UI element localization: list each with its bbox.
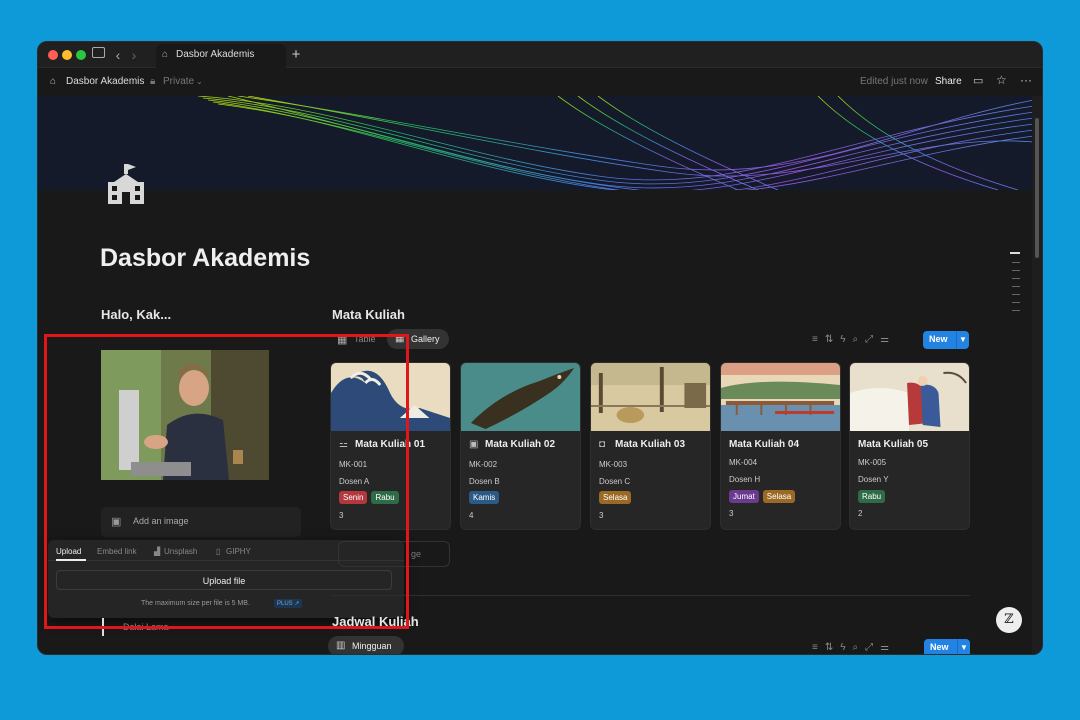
new-course-button[interactable]: New ▼: [923, 331, 969, 349]
cover-image[interactable]: [38, 96, 1034, 190]
settings-icon[interactable]: ⚌: [880, 642, 889, 653]
back-icon[interactable]: ‹: [110, 47, 126, 63]
card-code: MK-002: [469, 460, 498, 469]
search-icon[interactable]: ⌕: [853, 334, 859, 345]
filter-icon[interactable]: ≡: [812, 642, 818, 653]
card-lecturer: Dosen C: [599, 477, 631, 486]
browser-tab[interactable]: ⌂ Dasbor Akademis: [156, 44, 286, 68]
carp-image: [461, 363, 580, 431]
day-tag: Selasa: [599, 491, 632, 504]
card-title: Mata Kuliah 05: [858, 439, 929, 450]
toc-marker[interactable]: [1012, 278, 1020, 279]
forward-icon[interactable]: ›: [126, 47, 142, 63]
more-icon[interactable]: ···: [1020, 73, 1032, 87]
day-tag: Selasa: [762, 490, 796, 503]
search-icon[interactable]: ⌕: [853, 642, 859, 653]
bridge-image: [721, 363, 840, 431]
card-count: 2: [858, 509, 863, 518]
wave-pattern: [197, 96, 1034, 190]
automation-icon[interactable]: ϟ: [840, 334, 845, 345]
new-schedule-button[interactable]: New ▼: [924, 639, 970, 654]
card-code: MK-004: [729, 458, 758, 467]
chevron-down-icon[interactable]: ▼: [957, 639, 970, 654]
help-button[interactable]: ℤ: [996, 607, 1022, 633]
card-count: 3: [729, 509, 734, 518]
lock-icon: 🔒︎: [150, 76, 156, 87]
course-card[interactable]: Mata Kuliah 04 MK-004 Dosen H Jumat Sela…: [720, 362, 841, 530]
toc-marker[interactable]: [1012, 262, 1020, 263]
schedule-toolbar: ≡ ⇅ ϟ ⌕ ⤢ ⚌: [812, 642, 889, 653]
maximize-window-button[interactable]: [76, 50, 86, 60]
breadcrumb-page[interactable]: Dasbor Akademis: [66, 75, 144, 89]
sort-icon[interactable]: ⇅: [825, 334, 833, 345]
card-count: 4: [469, 511, 474, 520]
tab-bar: ‹ › ⌂ Dasbor Akademis +: [38, 42, 1042, 68]
privacy-label[interactable]: Private: [163, 75, 194, 89]
view-weekly[interactable]: ▥ Mingguan: [328, 636, 404, 654]
settings-icon[interactable]: ⚌: [880, 334, 889, 345]
section-divider: [332, 595, 970, 596]
highlight-box: [44, 334, 409, 629]
card-title: Mata Kuliah 02: [485, 439, 556, 450]
tab-title: Dasbor Akademis: [176, 49, 255, 60]
card-title: Mata Kuliah 03: [615, 439, 686, 450]
toc-marker[interactable]: [1012, 286, 1020, 287]
comment-icon[interactable]: ▭: [973, 74, 983, 88]
day-tag: Jumat: [729, 490, 759, 503]
course-card[interactable]: Mata Kuliah 05 MK-005 Dosen Y Rabu 2: [849, 362, 970, 530]
snow-figure-image: [850, 363, 969, 431]
card-lecturer: Dosen Y: [858, 475, 889, 484]
sort-icon[interactable]: ⇅: [825, 642, 833, 653]
card-lecturer: Dosen B: [469, 477, 500, 486]
new-button-label: New: [929, 334, 948, 344]
edited-status: Edited just now: [860, 76, 928, 87]
greeting-heading[interactable]: Halo, Kak...: [101, 307, 171, 322]
toc-marker[interactable]: [1012, 310, 1020, 311]
robot-icon: ◘: [599, 439, 606, 450]
filter-icon[interactable]: ≡: [812, 334, 818, 345]
day-tag: Kamis: [469, 491, 500, 504]
expand-icon[interactable]: ⤢: [865, 334, 873, 345]
new-tab-button[interactable]: +: [288, 47, 304, 63]
sidebar-toggle-icon[interactable]: [92, 47, 105, 58]
partial-button-label: ge: [411, 549, 422, 559]
courses-heading[interactable]: Mata Kuliah: [332, 307, 405, 322]
close-window-button[interactable]: [48, 50, 58, 60]
page-title[interactable]: Dasbor Akademis: [100, 244, 310, 273]
view-weekly-label: Mingguan: [352, 641, 392, 651]
share-button[interactable]: Share: [935, 75, 962, 89]
toc-marker-active[interactable]: [1010, 252, 1020, 254]
courses-toolbar: ≡ ⇅ ϟ ⌕ ⤢ ⚌: [812, 334, 889, 345]
card-count: 3: [599, 511, 604, 520]
scrollbar-thumb[interactable]: [1035, 118, 1039, 258]
card-code: MK-003: [599, 460, 628, 469]
chevron-down-icon[interactable]: ⌄: [196, 75, 203, 89]
board-icon: ▥: [336, 640, 346, 651]
toc-marker[interactable]: [1012, 270, 1020, 271]
course-card[interactable]: ◘ Mata Kuliah 03 MK-003 Dosen C Selasa 3: [590, 362, 711, 530]
scrollbar[interactable]: [1032, 96, 1042, 654]
toc-marker[interactable]: [1012, 302, 1020, 303]
minimize-window-button[interactable]: [62, 50, 72, 60]
school-icon: ⌂: [162, 49, 169, 60]
expand-icon[interactable]: ⤢: [865, 642, 873, 653]
street-scene-image: [591, 363, 710, 431]
new-button-label: New: [930, 642, 949, 652]
toc-marker[interactable]: [1012, 294, 1020, 295]
star-icon[interactable]: ☆: [996, 73, 1007, 87]
card-code: MK-005: [858, 458, 887, 467]
image-icon: ▣: [469, 439, 479, 450]
page-topbar: ⌂ Dasbor Akademis 🔒︎ Private ⌄ Edited ju…: [38, 68, 1042, 96]
chevron-down-icon[interactable]: ▼: [956, 331, 969, 349]
automation-icon[interactable]: ϟ: [840, 642, 845, 653]
day-tag: Rabu: [858, 490, 886, 503]
view-gallery-label: Gallery: [411, 334, 440, 344]
school-building-icon[interactable]: [106, 162, 148, 206]
page-icon: ⌂: [50, 76, 57, 87]
card-title: Mata Kuliah 04: [729, 439, 800, 450]
card-lecturer: Dosen H: [729, 475, 761, 484]
course-card[interactable]: ▣ Mata Kuliah 02 MK-002 Dosen B Kamis 4: [460, 362, 581, 530]
